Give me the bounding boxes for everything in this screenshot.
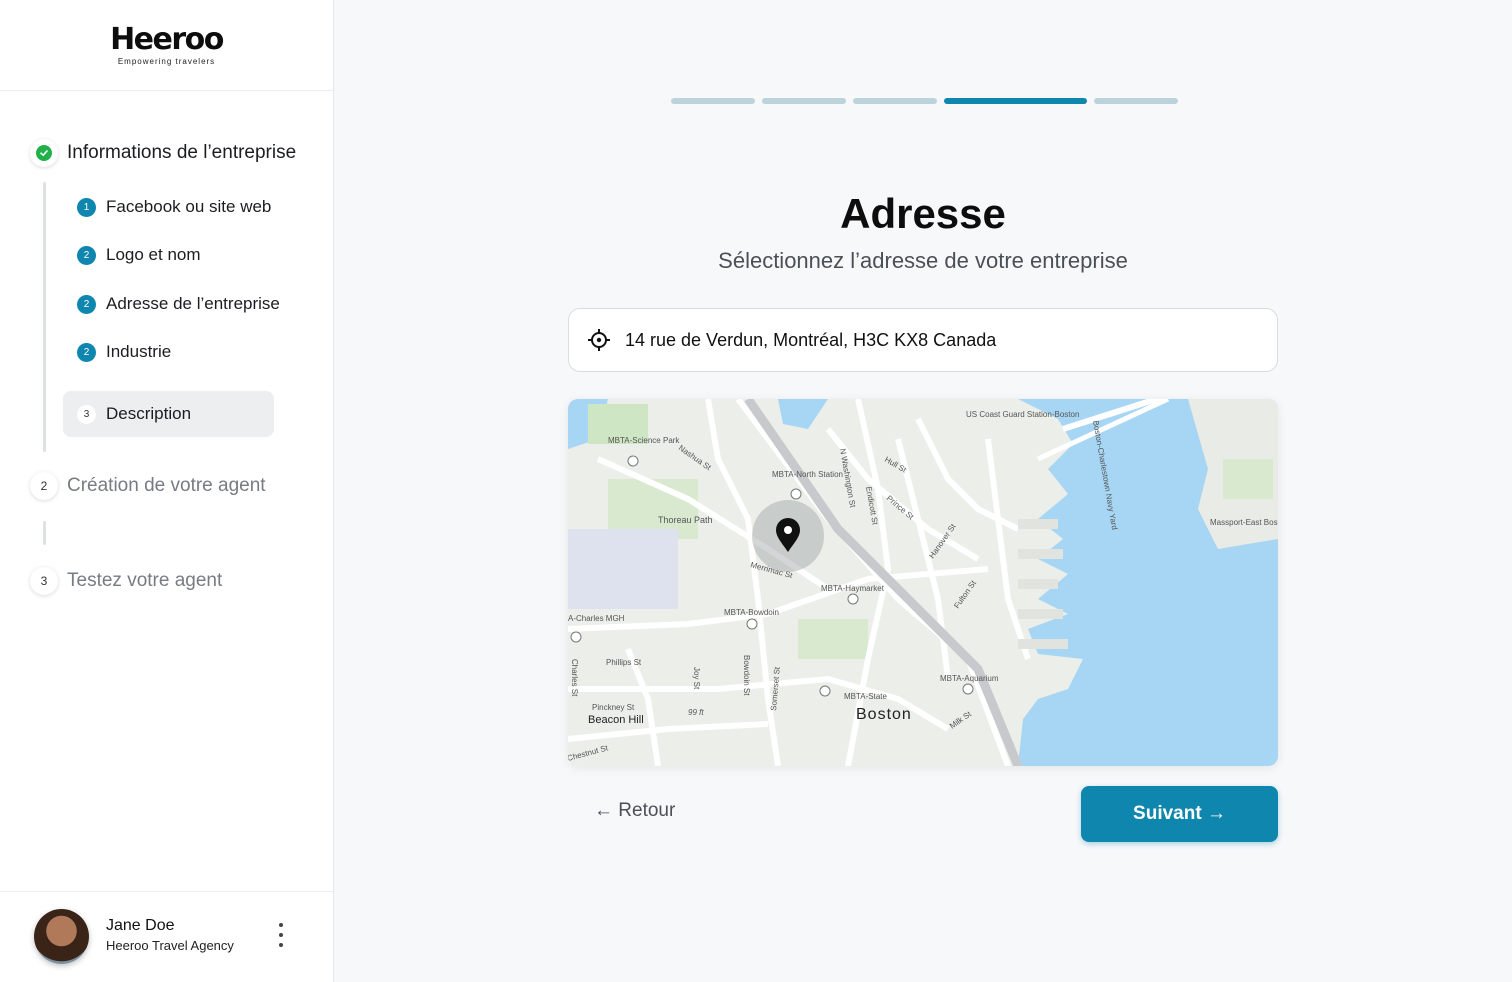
substep-number: 1: [77, 197, 96, 217]
user-name: Jane Doe: [106, 917, 175, 934]
substep-number: 2: [77, 294, 96, 314]
substep-number: 3: [77, 404, 96, 424]
district: [568, 529, 678, 609]
brand-name: Heeroo: [110, 21, 224, 57]
step-connector: [43, 521, 46, 545]
progress-segment-current: [944, 98, 1087, 104]
map-label: MBTA-Aquarium: [940, 674, 999, 683]
page-subtitle: Sélectionnez l’adresse de votre entrepri…: [718, 248, 1128, 273]
progress-segment: [671, 98, 755, 104]
map-label: Bowdoin St: [742, 655, 751, 696]
map-label: 99 ft: [688, 708, 704, 717]
step-number-marker: 3: [30, 567, 58, 595]
map-label: MBTA-Science Park: [608, 436, 680, 445]
map-label: Boston: [856, 706, 912, 723]
map-label: Joy St: [692, 667, 701, 690]
progress-bar: [671, 98, 1178, 104]
substep-description[interactable]: 3 Description: [63, 391, 274, 437]
step-test-agent[interactable]: 3 Testez votre agent: [30, 567, 222, 595]
progress-segment: [853, 98, 937, 104]
substep-address[interactable]: 2 Adresse de l’entreprise: [77, 294, 280, 314]
substep-facebook-website[interactable]: 1 Facebook ou site web: [77, 197, 271, 217]
user-organization: Heeroo Travel Agency: [106, 938, 234, 953]
address-value: 14 rue de Verdun, Montréal, H3C KX8 Cana…: [625, 329, 997, 350]
park: [1223, 459, 1273, 499]
user-profile: Jane Doe Heeroo Travel Agency: [0, 891, 333, 982]
step-label: Testez votre agent: [67, 570, 223, 591]
avatar[interactable]: [34, 909, 89, 964]
address-field[interactable]: 14 rue de Verdun, Montréal, H3C KX8 Cana…: [568, 308, 1278, 372]
step-create-agent[interactable]: 2 Création de votre agent: [30, 472, 266, 500]
substep-label: Industrie: [106, 342, 172, 361]
park: [798, 619, 868, 659]
substep-label: Facebook ou site web: [106, 197, 272, 216]
map-label: MBTA-State: [844, 692, 888, 701]
map-label: Pinckney St: [592, 703, 635, 712]
map-label: US Coast Guard Station-Boston: [966, 410, 1079, 419]
map-label: A-Charles MGH: [568, 614, 625, 623]
brand-tagline: Empowering travelers: [117, 56, 216, 66]
step-number-marker: 2: [30, 472, 58, 500]
progress-segment: [1094, 98, 1178, 104]
substep-label: Description: [106, 404, 192, 423]
map-label: Thoreau Path: [658, 515, 713, 525]
map[interactable]: MBTA-Science Park Nashua St MBTA-North S…: [568, 399, 1278, 766]
step-label: Informations de l’entreprise: [67, 142, 297, 163]
substep-label: Adresse de l’entreprise: [106, 294, 280, 313]
map-label: Charles St: [570, 659, 579, 697]
step-company-info[interactable]: Informations de l’entreprise: [30, 139, 296, 167]
map-label: MBTA-Bowdoin: [724, 608, 779, 617]
brand-logo[interactable]: Heeroo Empowering travelers: [0, 0, 333, 91]
step-connector: [43, 182, 46, 452]
more-options-icon[interactable]: [270, 920, 292, 950]
substep-number: 2: [77, 342, 96, 362]
locate-icon[interactable]: [587, 328, 611, 352]
map-label: MBTA-Haymarket: [821, 584, 885, 593]
step-complete-marker: [30, 139, 58, 167]
next-button[interactable]: Suivant →: [1081, 786, 1278, 842]
step-label: Création de votre agent: [67, 475, 266, 496]
map-label: MBTA-North Station: [772, 470, 843, 479]
sidebar: Heeroo Empowering travelers Informations…: [0, 0, 334, 982]
map-label: Beacon Hill: [588, 714, 644, 726]
substep-number: 2: [77, 245, 96, 265]
check-icon: [36, 145, 52, 161]
back-button[interactable]: ← Retour: [594, 800, 675, 822]
progress-segment: [762, 98, 846, 104]
map-label: Phillips St: [606, 658, 642, 667]
map-label: Massport-East Boston Piers: [1210, 518, 1278, 527]
substep-logo-name[interactable]: 2 Logo et nom: [77, 245, 201, 265]
page-title: Adresse: [840, 190, 1006, 237]
substep-label: Logo et nom: [106, 245, 201, 264]
substep-industry[interactable]: 2 Industrie: [77, 342, 171, 362]
